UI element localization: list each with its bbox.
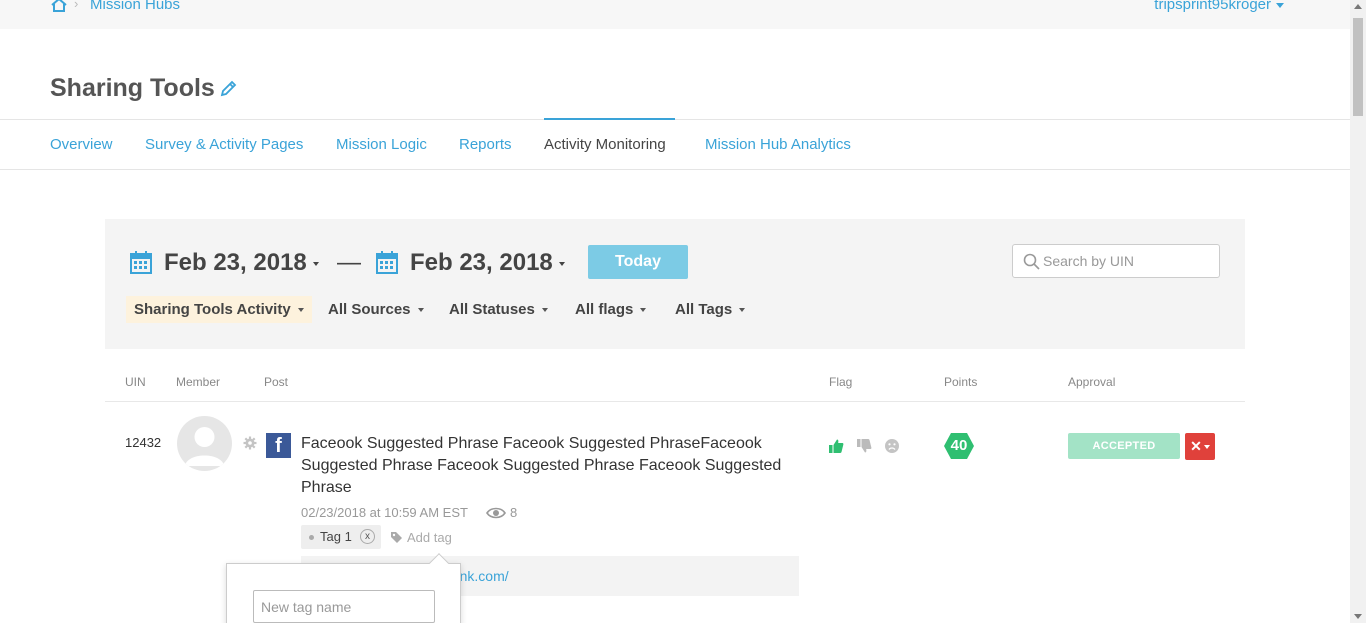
- caret-down-icon: [541, 308, 548, 313]
- caret-down-icon: [312, 261, 319, 266]
- caret-down-icon: [739, 308, 746, 313]
- column-header-points: Points: [944, 375, 978, 389]
- accepted-button[interactable]: ACCEPTED: [1068, 433, 1180, 459]
- calendar-icon[interactable]: [130, 250, 152, 274]
- caret-down-icon: [558, 261, 565, 266]
- add-tag-link[interactable]: Add tag: [407, 530, 452, 545]
- column-header-member: Member: [176, 375, 221, 389]
- scroll-up-icon[interactable]: [1354, 4, 1362, 9]
- home-icon[interactable]: [50, 0, 68, 13]
- date-range-separator: —: [337, 249, 361, 276]
- top-bar: › Mission Hubs tripsprint95kroger: [0, 0, 1350, 29]
- column-header-flag: Flag: [829, 375, 853, 389]
- date-from-value: Feb 23, 2018: [164, 249, 307, 276]
- gear-icon[interactable]: [243, 436, 257, 450]
- search-input[interactable]: [1043, 253, 1213, 269]
- user-silhouette-icon: [185, 427, 224, 466]
- date-from-dropdown[interactable]: Feb 23, 2018: [164, 249, 319, 277]
- scrollbar-thumb[interactable]: [1353, 18, 1363, 116]
- avatar[interactable]: [177, 416, 232, 471]
- reject-dropdown-button[interactable]: ✕: [1185, 433, 1215, 460]
- tab-activity-monitoring[interactable]: Activity Monitoring: [544, 136, 666, 153]
- tag-icon: [391, 532, 402, 543]
- search-box[interactable]: [1012, 244, 1220, 278]
- activity-type-dropdown[interactable]: Sharing Tools Activity: [126, 296, 312, 323]
- header-divider: [105, 401, 1245, 402]
- date-to-dropdown[interactable]: Feb 23, 2018: [410, 249, 565, 277]
- tab-mission-hub-analytics[interactable]: Mission Hub Analytics: [705, 136, 851, 153]
- dropdown-label: All flags: [575, 301, 634, 318]
- pencil-icon[interactable]: [219, 79, 238, 98]
- row-uin: 12432: [125, 435, 162, 450]
- points-value: 40: [950, 437, 968, 454]
- caret-down-icon: [640, 308, 647, 313]
- page-scrollbar[interactable]: [1350, 0, 1366, 623]
- tab-overview[interactable]: Overview: [50, 136, 113, 153]
- active-tab-indicator: [544, 118, 675, 120]
- dropdown-label: All Tags: [675, 301, 733, 318]
- date-to-value: Feb 23, 2018: [410, 249, 553, 276]
- tab-survey-activity-pages[interactable]: Survey & Activity Pages: [145, 136, 303, 153]
- post-timestamp: 02/23/2018 at 10:59 AM EST: [301, 505, 468, 520]
- dropdown-label: Sharing Tools Activity: [134, 301, 291, 318]
- caret-down-icon: [1203, 445, 1210, 450]
- today-button[interactable]: Today: [588, 245, 688, 279]
- dropdown-label: All Sources: [328, 301, 411, 318]
- scroll-down-icon[interactable]: [1354, 614, 1362, 619]
- tab-mission-logic[interactable]: Mission Logic: [336, 136, 427, 153]
- view-count: 8: [510, 505, 518, 520]
- breadcrumb-mission-hubs[interactable]: Mission Hubs: [90, 0, 180, 13]
- column-header-post: Post: [264, 375, 289, 389]
- post-text: Faceook Suggested Phrase Faceook Suggest…: [301, 435, 782, 496]
- new-tag-input[interactable]: [253, 590, 435, 623]
- tag-label: Tag 1: [320, 529, 352, 544]
- thumbs-up-icon[interactable]: [828, 438, 844, 454]
- chevron-right-icon: ›: [74, 0, 79, 11]
- eye-icon: [486, 507, 506, 519]
- tab-reports[interactable]: Reports: [459, 136, 512, 153]
- reject-label: ✕: [1190, 438, 1202, 454]
- user-name: tripsprint95kroger: [1154, 0, 1271, 13]
- facebook-icon: f: [266, 433, 291, 458]
- sad-face-icon[interactable]: [884, 438, 900, 454]
- flags-dropdown[interactable]: All flags: [575, 296, 647, 323]
- sources-dropdown[interactable]: All Sources: [328, 296, 424, 323]
- caret-down-icon: [1276, 2, 1284, 8]
- user-menu[interactable]: tripsprint95kroger: [1154, 0, 1284, 13]
- statuses-dropdown[interactable]: All Statuses: [449, 296, 548, 323]
- tags-dropdown[interactable]: All Tags: [675, 296, 746, 323]
- add-tag-popover: [226, 553, 461, 623]
- tag-chip[interactable]: Tag 1 x: [301, 525, 381, 549]
- column-header-uin: UIN: [125, 375, 146, 389]
- calendar-icon[interactable]: [376, 250, 398, 274]
- filters-panel: Feb 23, 2018 — Feb 23, 2018 Today Sharin…: [105, 219, 1245, 349]
- caret-down-icon: [417, 308, 424, 313]
- tab-bar: Overview Survey & Activity Pages Mission…: [0, 118, 1350, 170]
- search-icon: [1023, 253, 1040, 270]
- column-header-approval: Approval: [1068, 375, 1116, 389]
- caret-down-icon: [297, 308, 304, 313]
- tag-dot: [309, 535, 314, 541]
- page-title: Sharing Tools: [50, 74, 215, 102]
- thumbs-down-icon[interactable]: [856, 438, 872, 454]
- remove-tag-icon[interactable]: x: [360, 529, 375, 544]
- dropdown-label: All Statuses: [449, 301, 535, 318]
